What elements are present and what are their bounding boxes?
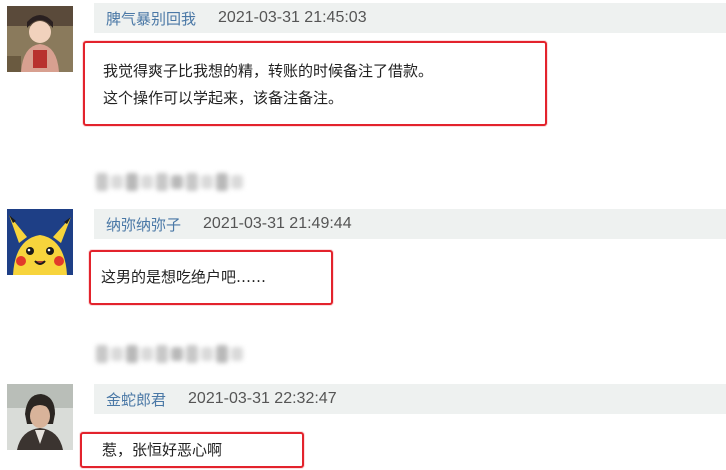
- comment-header: 金蛇郎君 2021-03-31 22:32:47: [94, 384, 726, 414]
- comment-text-line: 这个操作可以学起来，该备注备注。: [103, 89, 344, 107]
- comment-header: 脾气暴别回我 2021-03-31 21:45:03: [94, 3, 726, 33]
- comment-text-line: 这男的是想吃绝户吧……: [101, 268, 267, 286]
- comment-text-line: 我觉得爽子比我想的精，转账的时候备注了借款。: [103, 62, 434, 80]
- comment-header: 纳弥纳弥子 2021-03-31 21:49:44: [94, 209, 726, 239]
- avatar[interactable]: [7, 209, 73, 275]
- username-link[interactable]: 金蛇郎君: [106, 389, 166, 410]
- username-link[interactable]: 纳弥纳弥子: [106, 214, 181, 235]
- man-portrait-icon: [7, 384, 73, 450]
- comment-time: 2021-03-31 21:45:03: [218, 9, 367, 26]
- woman-portrait-icon: [7, 6, 73, 72]
- avatar[interactable]: [7, 384, 73, 450]
- comment-content: 我觉得爽子比我想的精，转账的时候备注了借款。 这个操作可以学起来，该备注备注。: [83, 41, 547, 126]
- blurred-username: [96, 342, 243, 366]
- pikachu-icon: [7, 209, 73, 275]
- avatar[interactable]: [7, 6, 73, 72]
- comment-time: 2021-03-31 22:32:47: [188, 390, 337, 407]
- username-link[interactable]: 脾气暴别回我: [106, 8, 196, 29]
- blurred-username: [96, 170, 243, 194]
- comment-text-line: 惹，张恒好恶心啊: [102, 441, 223, 459]
- comment-content: 这男的是想吃绝户吧……: [89, 250, 333, 305]
- comment-time: 2021-03-31 21:49:44: [203, 215, 352, 232]
- comment-content: 惹，张恒好恶心啊: [80, 432, 304, 468]
